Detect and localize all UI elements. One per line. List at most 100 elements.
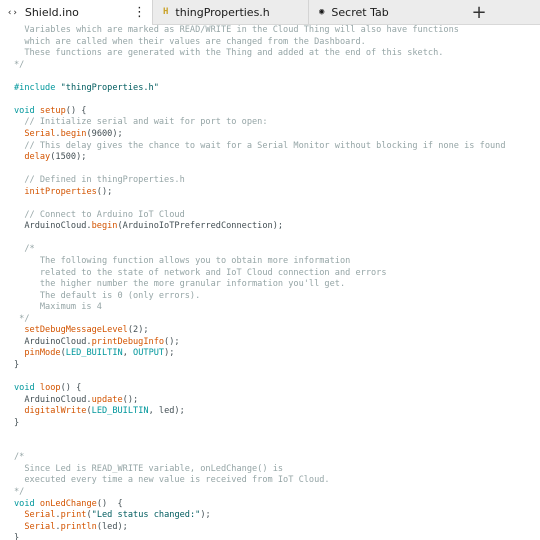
- code-file-icon: ‹›: [7, 7, 18, 18]
- code-token: () {: [60, 383, 82, 394]
- code-line: void setup() {: [14, 105, 86, 117]
- code-line: */: [14, 59, 24, 71]
- code-token: ArduinoCloud.: [14, 221, 92, 232]
- code-token: ();: [164, 336, 180, 347]
- code-line: #include "thingProperties.h": [14, 82, 159, 94]
- code-token: "thingProperties.h": [60, 82, 159, 93]
- code-token: ArduinoCloud.: [14, 336, 92, 347]
- code-line: ArduinoCloud.begin(ArduinoIoTPreferredCo…: [14, 220, 283, 232]
- code-token: "Led status changed:": [91, 510, 201, 521]
- code-token: setDebugMessageLevel: [24, 325, 128, 336]
- code-token: begin: [60, 128, 87, 139]
- code-line: Maximum is 4: [14, 301, 102, 313]
- code-line: // This delay gives the chance to wait f…: [14, 140, 506, 152]
- code-token: pinMode: [24, 348, 61, 359]
- code-token: () {: [96, 498, 123, 509]
- code-line: ArduinoCloud.update();: [14, 394, 138, 406]
- code-editor[interactable]: Variables which are marked as READ/WRITE…: [0, 24, 540, 540]
- tab-bar: ‹› Shield.ino ⋮ H thingProperties.h ◉ Se…: [0, 0, 540, 25]
- code-token: // Initialize serial and wait for port t…: [14, 117, 268, 128]
- code-token: LED_BUILTIN: [91, 406, 149, 417]
- code-line: related to the state of network and IoT …: [14, 267, 387, 279]
- code-line: Serial.println(led);: [14, 521, 128, 533]
- code-token: }: [14, 417, 20, 428]
- code-token: ArduinoCloud.: [14, 394, 92, 405]
- code-token: (2);: [127, 325, 149, 336]
- code-token: The following function allows you to obt…: [14, 256, 351, 266]
- code-token: ();: [122, 394, 139, 405]
- code-token: LED_BUILTIN: [65, 348, 123, 359]
- code-token: initProperties: [24, 186, 97, 197]
- tab-thingproperties-h[interactable]: H thingProperties.h: [153, 0, 308, 24]
- code-line: // Defined in thingProperties.h: [14, 174, 185, 186]
- code-token: println: [60, 521, 97, 532]
- code-token: // Defined in thingProperties.h: [14, 175, 185, 186]
- code-token: void: [14, 498, 35, 509]
- code-line: These functions are generated with the T…: [14, 47, 443, 59]
- code-token: which are called when their values are c…: [14, 36, 366, 47]
- header-file-icon: H: [163, 7, 169, 17]
- code-line: }: [14, 532, 19, 540]
- code-line: digitalWrite(LED_BUILTIN, led);: [14, 405, 185, 417]
- code-line: Serial.begin(9600);: [14, 128, 123, 140]
- code-line: The following function allows you to obt…: [14, 255, 350, 267]
- tab-menu-icon[interactable]: ⋮: [133, 0, 146, 24]
- code-line: which are called when their values are c…: [14, 36, 366, 48]
- code-token: Serial: [24, 510, 56, 521]
- code-line: }: [14, 359, 19, 371]
- code-token: ();: [96, 186, 113, 197]
- code-token: setup: [39, 105, 66, 116]
- code-line: The default is 0 (only errors).: [14, 290, 200, 302]
- code-line: // Initialize serial and wait for port t…: [14, 116, 268, 128]
- code-token: Serial: [24, 128, 56, 139]
- code-token: (1500);: [50, 152, 87, 163]
- code-token: #include: [14, 82, 56, 93]
- code-line: */: [14, 486, 24, 498]
- code-token: (9600);: [86, 128, 123, 139]
- code-token: loop: [39, 383, 61, 394]
- code-token: Serial: [24, 521, 56, 532]
- code-line: the higher number the more granular info…: [14, 278, 345, 290]
- code-line: ArduinoCloud.printDebugInfo();: [14, 336, 180, 348]
- code-token: */: [14, 313, 30, 324]
- code-token: Since Led is READ_WRITE variable, onLedC…: [14, 463, 284, 474]
- code-token: related to the state of network and IoT …: [14, 267, 387, 278]
- code-token: // Connect to Arduino IoT Cloud: [14, 209, 185, 220]
- code-token: digitalWrite: [24, 406, 87, 417]
- code-token: // This delay gives the chance to wait f…: [14, 140, 506, 151]
- code-token: Maximum is 4: [14, 302, 102, 313]
- code-token: (led);: [96, 521, 128, 532]
- code-line: Serial.print("Led status changed:");: [14, 509, 211, 521]
- code-token: These functions are generated with the T…: [14, 48, 444, 59]
- code-line: Variables which are marked as READ/WRITE…: [14, 24, 459, 36]
- code-token: delay: [24, 152, 51, 163]
- code-line: void onLedChange() {: [14, 498, 123, 510]
- code-token: /*: [14, 452, 25, 463]
- code-line: initProperties();: [14, 186, 112, 198]
- code-line: delay(1500);: [14, 151, 86, 163]
- code-token: void: [14, 105, 35, 116]
- code-token: );: [200, 510, 211, 521]
- code-token: Variables which are marked as READ/WRITE…: [14, 25, 459, 35]
- code-token: }: [14, 533, 20, 540]
- code-token: printDebugInfo: [91, 336, 165, 347]
- tab-shield-ino[interactable]: ‹› Shield.ino ⋮: [0, 0, 152, 25]
- tab-label: thingProperties.h: [175, 5, 270, 19]
- code-line: /*: [14, 243, 34, 255]
- code-token: , led);: [148, 406, 185, 417]
- code-token: );: [164, 348, 175, 359]
- code-token: print: [60, 510, 87, 521]
- code-line: executed every time a new value is recei…: [14, 474, 329, 486]
- code-line: }: [14, 417, 19, 429]
- tab-secret-tab[interactable]: ◉ Secret Tab: [309, 0, 464, 24]
- code-token: begin: [91, 221, 118, 232]
- code-token: The default is 0 (only errors).: [14, 290, 201, 301]
- code-token: onLedChange: [39, 498, 97, 509]
- add-tab-button[interactable]: +: [469, 0, 489, 24]
- code-line: Since Led is READ_WRITE variable, onLedC…: [14, 463, 283, 475]
